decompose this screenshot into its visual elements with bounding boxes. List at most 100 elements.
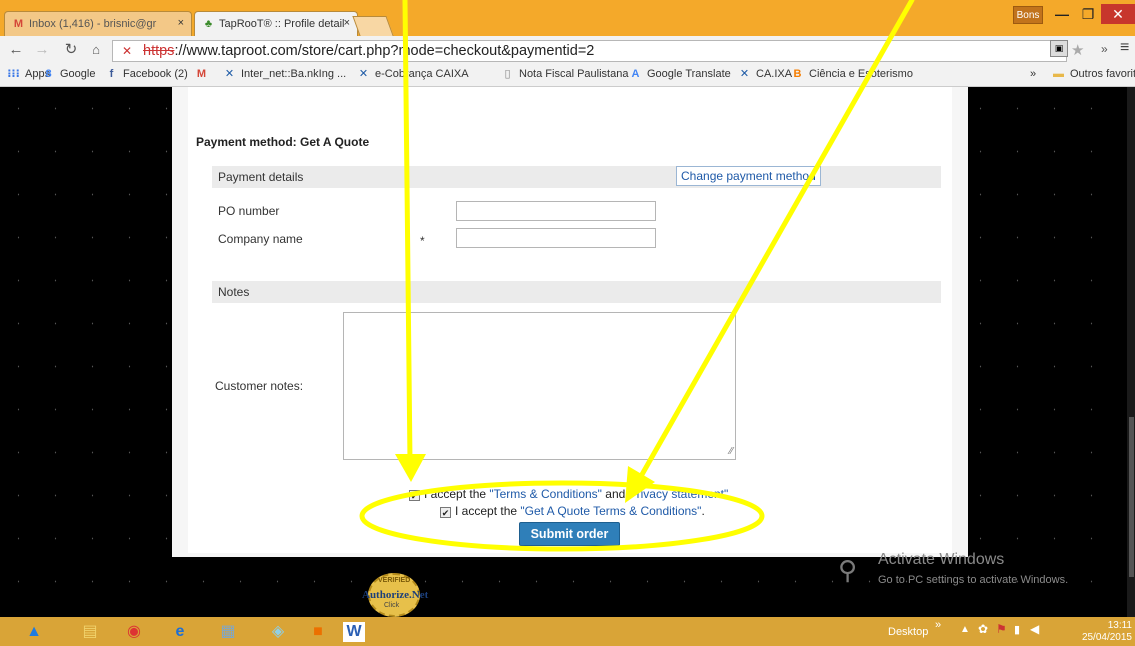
po-number-input[interactable]	[456, 201, 656, 221]
bookmark-item[interactable]: ▯ Nota Fiscal Paulistana	[500, 68, 628, 80]
bookmarks-bar: ⁝⁝⁝ Apps 8 Google f Facebook (2) M ✕ Inter_net::…	[0, 64, 1135, 87]
restore-button[interactable]: ❐	[1074, 4, 1102, 24]
profile-badge[interactable]: Bons	[1013, 6, 1043, 24]
bookmark-label: Google	[60, 68, 96, 80]
scrollbar-thumb[interactable]	[1129, 417, 1134, 577]
bookmark-item[interactable]: ✕ CA.IXA	[737, 68, 792, 80]
bookmarks-overflow-icon[interactable]: »	[1030, 68, 1036, 80]
home-button[interactable]: ⌂	[86, 40, 106, 60]
address-bar[interactable]: ✕ https://www.taproot.com/store/cart.php…	[112, 40, 1067, 62]
signal-tray-icon[interactable]: ▮	[1014, 623, 1020, 636]
quote-terms-checkbox[interactable]: ✔	[440, 507, 451, 518]
file-explorer-icon[interactable]: ▤	[74, 619, 106, 644]
folder-icon: ▬	[1053, 68, 1064, 80]
blogger-icon: B	[793, 68, 802, 80]
extension-icon[interactable]: ▣	[1050, 40, 1068, 57]
caixa-icon: ✕	[358, 68, 369, 80]
bookmark-item[interactable]: 8 Google	[41, 68, 95, 80]
bookmark-item[interactable]: B Ciência e Esoterismo	[790, 68, 913, 80]
terms-checkbox[interactable]: ✔	[409, 490, 420, 501]
url-rest: ://www.taproot.com/store/cart.php?mode=c…	[174, 43, 595, 59]
back-button[interactable]: ←	[6, 40, 26, 60]
bookmark-item[interactable]: ✕ Inter_net::Ba.nkIng ...	[222, 68, 346, 80]
bookmark-label: Inter_net::Ba.nkIng ...	[241, 68, 347, 80]
network-tray-icon[interactable]: ✿	[978, 622, 988, 636]
tab-taproot[interactable]: ♣ TapRooT® :: Profile detail ×	[194, 11, 358, 36]
bookmark-label: CA.IXA	[756, 68, 793, 80]
quote-terms-link[interactable]: "Get A Quote Terms & Conditions"	[520, 504, 701, 518]
windows-taskbar: ▲ ▤ ◉ e ▦ ◈ ■ W Desktop » ▲ ✿ ⚑ ▮ ◀ 13:1…	[0, 617, 1135, 646]
seal-click: Click	[384, 602, 400, 609]
tab-label: TapRooT® :: Profile detail	[219, 18, 345, 30]
close-tab-icon[interactable]: ×	[344, 17, 350, 29]
required-asterisk: *	[420, 234, 425, 248]
taproot-favicon-icon: ♣	[204, 18, 213, 30]
close-window-button[interactable]: ✕	[1101, 4, 1135, 24]
page-content: Payment method: Get A Quote Payment deta…	[172, 87, 968, 557]
word-icon[interactable]: W	[343, 622, 365, 642]
bookmark-star-icon[interactable]: ★	[1071, 41, 1084, 59]
company-name-label: Company name	[218, 232, 303, 246]
bookmark-label: Google Translate	[647, 68, 731, 80]
quote-terms-checkbox-row: ✔ I accept the "Get A Quote Terms & Condi…	[440, 504, 705, 518]
new-tab-button[interactable]	[352, 16, 394, 36]
clock-date: 25/04/2015	[1081, 632, 1132, 643]
photos-icon[interactable]: ◈	[262, 619, 294, 644]
seal-verified-text: VERIFIED	[378, 577, 411, 584]
clock-time: 13:11	[1107, 620, 1132, 631]
close-tab-icon[interactable]: ×	[178, 17, 184, 29]
bookmark-label: Facebook (2)	[123, 68, 188, 80]
bookmark-item[interactable]: f Facebook (2)	[104, 68, 188, 80]
quote-terms-text: I accept the	[455, 504, 521, 518]
url-scheme: https	[143, 43, 175, 59]
page-icon: ▯	[504, 68, 511, 80]
reload-button[interactable]: ↻	[61, 40, 81, 60]
toolbar-expand-icon[interactable]: »	[935, 619, 941, 631]
bookmark-label: Ciência e Esoterismo	[809, 68, 913, 80]
other-bookmarks-folder[interactable]: ▬ Outros favoritos	[1051, 68, 1135, 80]
flag-tray-icon[interactable]: ⚑	[996, 622, 1007, 636]
bookmark-item[interactable]: ✕ e-Cobrança CAIXA	[356, 68, 469, 80]
calculator-icon[interactable]: ▦	[212, 619, 244, 644]
bookmark-label: e-Cobrança CAIXA	[375, 68, 469, 80]
facebook-icon: f	[109, 68, 114, 80]
clock[interactable]: 13:11 25/04/2015	[1072, 620, 1132, 644]
seal-name: Authorize.Net	[362, 589, 429, 601]
title-bar: M Inbox (1,416) - brisnic@gr × ♣ TapRooT…	[0, 0, 1135, 36]
bookmark-item[interactable]: A Google Translate	[628, 68, 731, 80]
terms-checkbox-row: ✔ I accept the "Terms & Conditions" and P…	[409, 487, 728, 501]
watermark-subtitle: Go to PC settings to activate Windows.	[878, 574, 1069, 586]
gmail-icon: M	[196, 68, 207, 80]
customer-notes-label: Customer notes:	[215, 379, 304, 393]
google-drive-icon[interactable]: ▲	[18, 619, 50, 644]
quote-terms-period: .	[701, 504, 705, 518]
internet-explorer-icon[interactable]: e	[164, 619, 196, 644]
other-bookmarks-label: Outros favoritos	[1070, 68, 1135, 80]
apps-icon: ⁝⁝⁝	[7, 68, 20, 80]
tab-inbox[interactable]: M Inbox (1,416) - brisnic@gr ×	[4, 11, 192, 36]
terms-and-text: and	[601, 487, 629, 501]
submit-order-button[interactable]: Submit order	[519, 522, 620, 546]
authorize-net-seal[interactable]: VERIFIED Authorize.Net Click	[362, 573, 429, 617]
volume-tray-icon[interactable]: ◀	[1030, 622, 1039, 636]
tray-up-icon[interactable]: ▲	[960, 624, 970, 635]
google-icon: 8	[45, 68, 52, 80]
terms-link[interactable]: "Terms & Conditions"	[489, 487, 602, 501]
forward-button[interactable]: →	[32, 40, 52, 60]
privacy-link[interactable]: Privacy statement"	[629, 487, 729, 501]
key-icon: ⚲	[838, 555, 858, 585]
more-extensions-icon[interactable]: »	[1101, 42, 1108, 56]
menu-icon[interactable]: ≡	[1120, 39, 1129, 57]
minimize-button[interactable]: —	[1048, 4, 1076, 24]
change-payment-method-button[interactable]: Change payment method	[676, 166, 821, 186]
customer-notes-textarea[interactable]: ⁄⁄	[343, 312, 736, 460]
resize-handle-icon[interactable]: ⁄⁄	[730, 446, 733, 457]
desktop-toolbar-label[interactable]: Desktop	[888, 626, 928, 638]
terms-text: I accept the	[424, 487, 490, 501]
company-name-input[interactable]	[456, 228, 656, 248]
browser-toolbar: ← → ↻ ⌂ ✕ https://www.taproot.com/store/…	[0, 36, 1135, 64]
payment-method-title: Payment method: Get A Quote	[196, 135, 370, 149]
chrome-icon[interactable]: ◉	[118, 619, 150, 644]
translate-icon: A	[631, 68, 640, 80]
itau-icon[interactable]: ■	[302, 619, 334, 644]
